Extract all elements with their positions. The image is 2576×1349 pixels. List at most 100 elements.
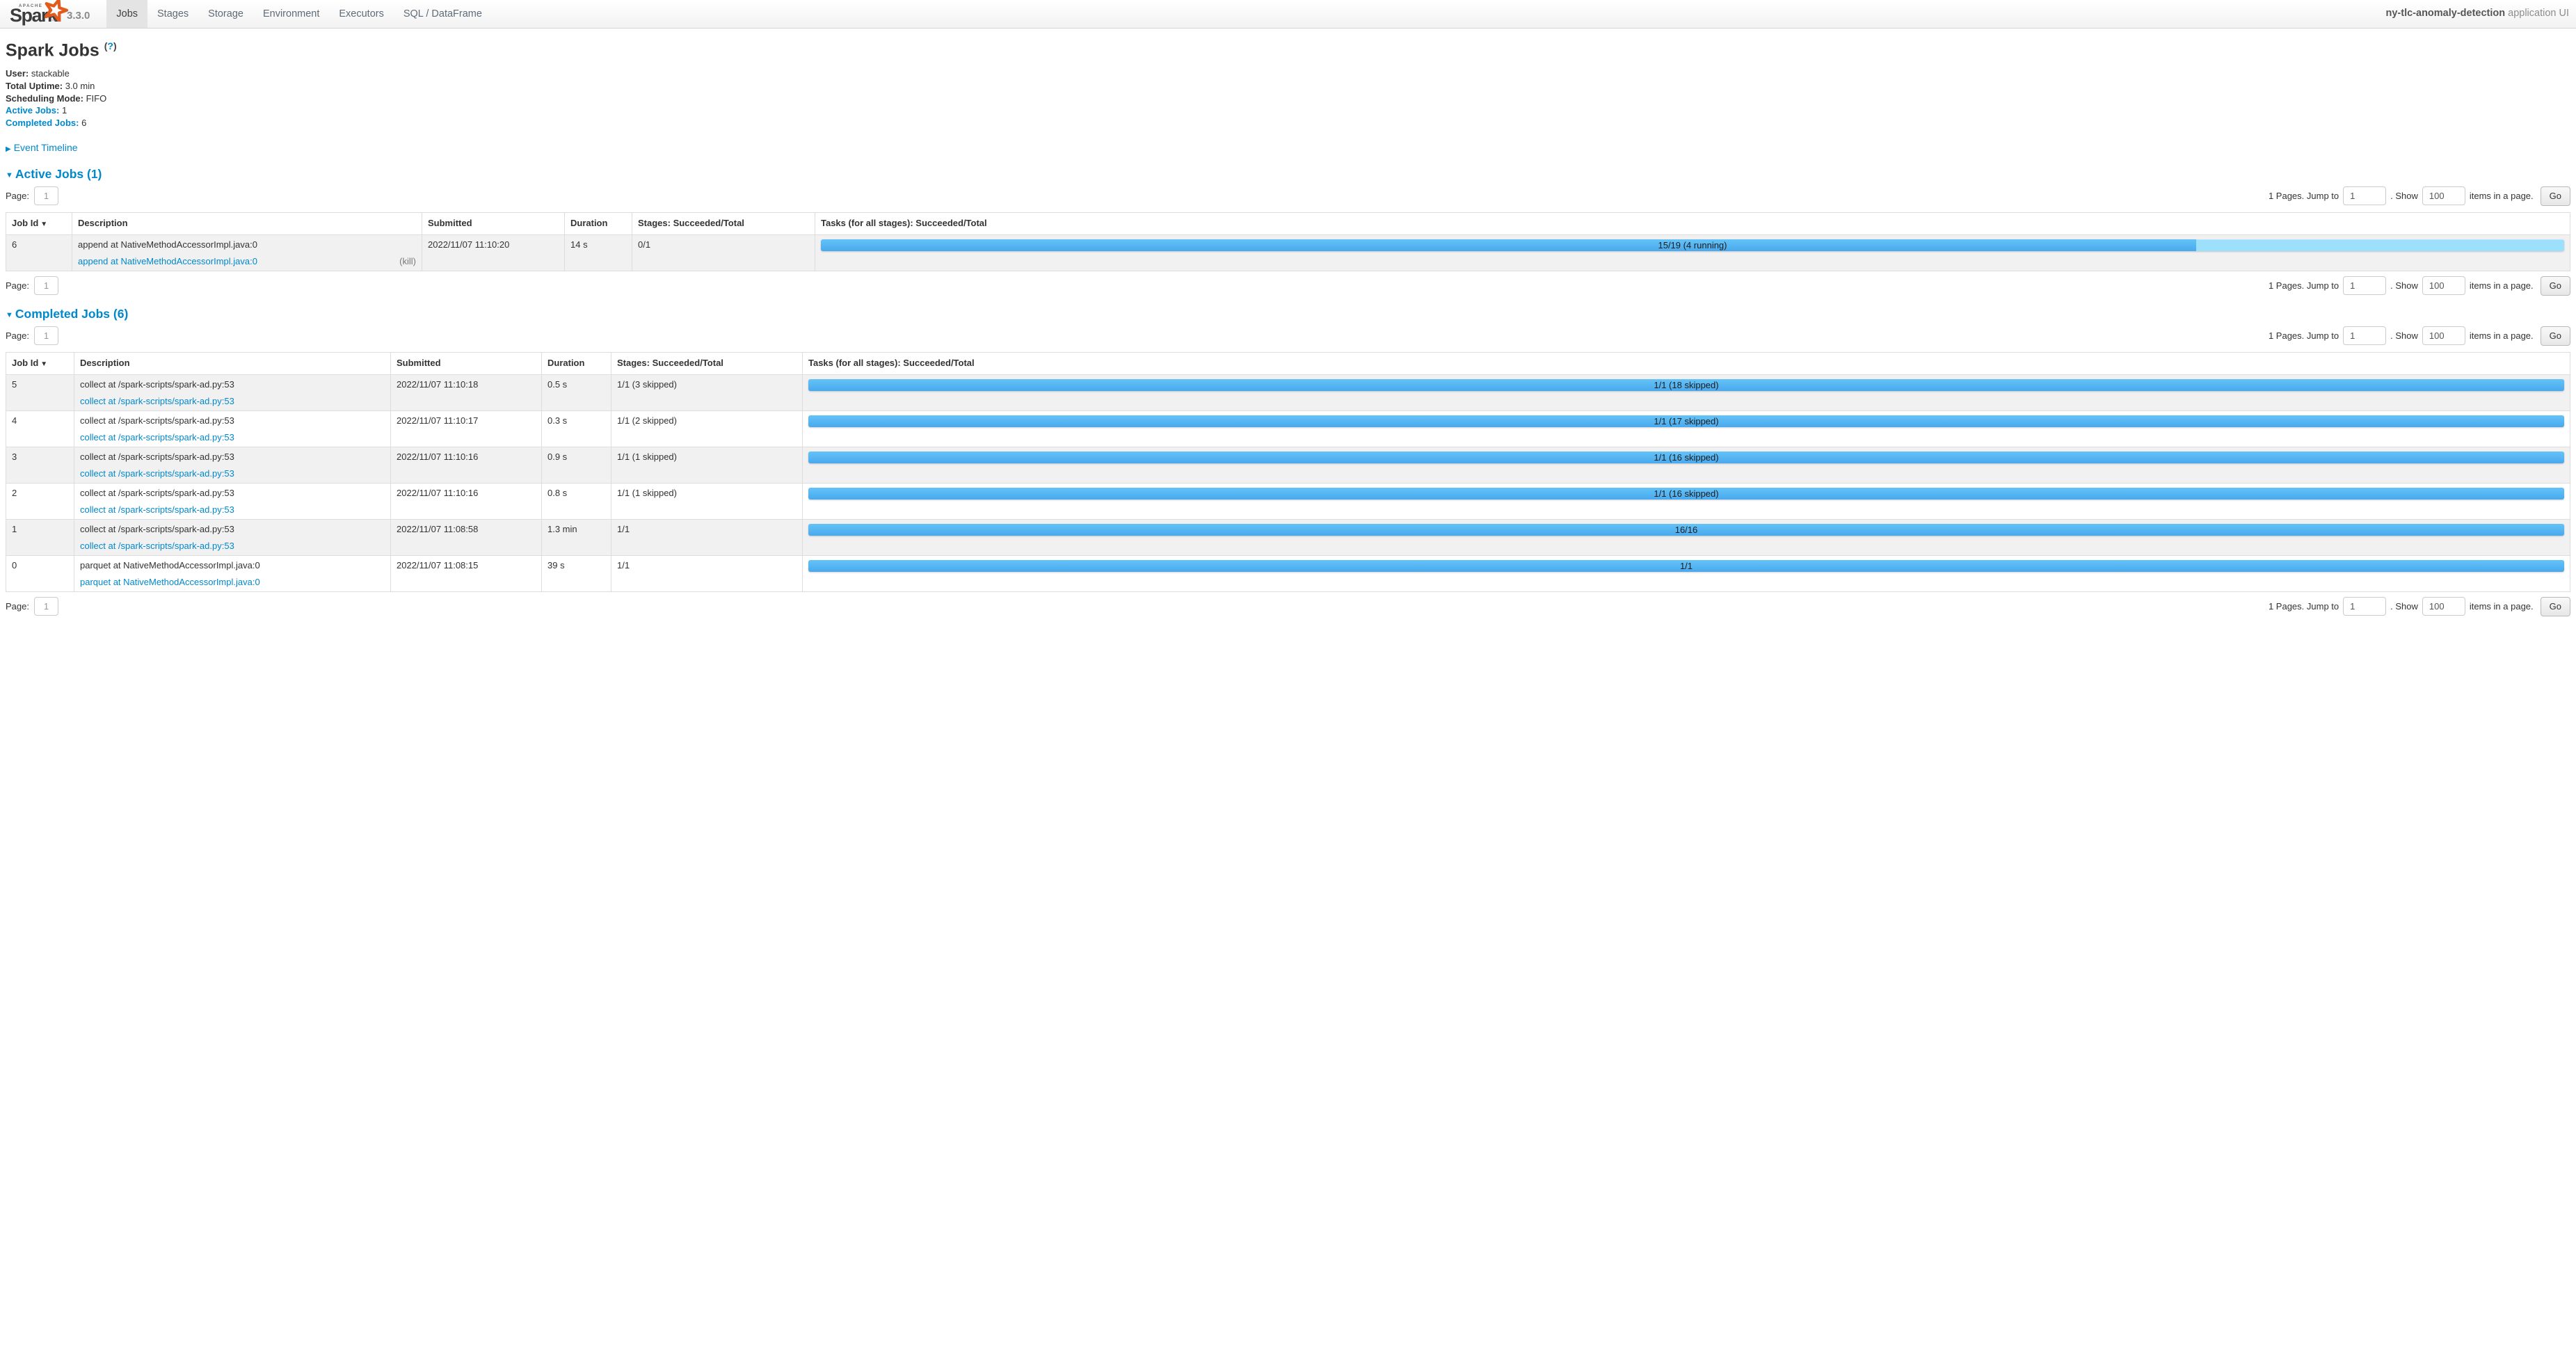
column-header-duration[interactable]: Duration [542,352,611,374]
tasks-progress-bar: 1/1 (18 skipped) [808,379,2564,391]
sort-arrow-icon: ▼ [40,221,47,228]
submitted-cell: 2022/11/07 11:08:15 [391,555,542,591]
show-text: . Show [2390,601,2418,612]
tab-storage[interactable]: Storage [198,0,253,28]
column-header-tasks[interactable]: Tasks (for all stages): Succeeded/Total [815,212,2570,234]
go-button[interactable]: Go [2541,186,2570,206]
column-header-submitted[interactable]: Submitted [391,352,542,374]
page-number-input[interactable] [34,186,58,205]
expand-arrow-icon: ▶ [6,145,11,153]
completed-jobs-table: Job Id▼ Description Submitted Duration S… [6,352,2570,592]
event-timeline-toggle[interactable]: ▶Event Timeline [6,142,2570,153]
spark-logo[interactable]: APACHE Spark ™ [10,0,60,26]
column-header-tasks[interactable]: Tasks (for all stages): Succeeded/Total [803,352,2570,374]
active-jobs-table: Job Id▼ Description Submitted Duration S… [6,212,2570,271]
duration-cell: 1.3 min [542,519,611,555]
column-header-stages[interactable]: Stages: Succeeded/Total [632,212,815,234]
jump-to-input[interactable] [2343,186,2386,205]
active-jobs-heading[interactable]: ▼Active Jobs (1) [6,167,2570,182]
go-button[interactable]: Go [2541,597,2570,616]
job-id-cell: 0 [6,555,74,591]
items-per-page-input[interactable] [2422,326,2465,345]
help-badge[interactable]: (?) [104,40,117,51]
tasks-cell: 1/1 (16 skipped) [803,447,2570,483]
tab-stages[interactable]: Stages [147,0,198,28]
tasks-cell: 16/16 [803,519,2570,555]
summary-active-jobs: Active Jobs: 1 [6,104,2570,117]
pages-text: 1 Pages. Jump to [2269,330,2339,341]
items-per-page-input[interactable] [2422,597,2465,616]
items-text: items in a page. [2470,191,2534,201]
show-text: . Show [2390,191,2418,201]
jump-to-input[interactable] [2343,276,2386,295]
pagination-bar: Page: 1 Pages. Jump to . Show items in a… [6,186,2570,206]
job-description: collect at /spark-scripts/spark-ad.py:53 [80,415,385,426]
job-description-link[interactable]: collect at /spark-scripts/spark-ad.py:53 [80,468,234,479]
pages-text: 1 Pages. Jump to [2269,280,2339,291]
job-description: parquet at NativeMethodAccessorImpl.java… [80,559,385,571]
stages-cell: 1/1 (1 skipped) [611,447,803,483]
table-row: 2 collect at /spark-scripts/spark-ad.py:… [6,483,2570,519]
table-row: 4 collect at /spark-scripts/spark-ad.py:… [6,410,2570,447]
progress-label: 16/16 [808,524,2564,536]
duration-cell: 0.9 s [542,447,611,483]
page-label: Page: [6,330,29,341]
stages-cell: 1/1 (3 skipped) [611,374,803,410]
jump-to-input[interactable] [2343,326,2386,345]
page-number-input[interactable] [34,276,58,295]
job-description-link[interactable]: append at NativeMethodAccessorImpl.java:… [78,256,257,266]
tab-environment[interactable]: Environment [253,0,329,28]
description-cell: collect at /spark-scripts/spark-ad.py:53… [74,374,391,410]
submitted-cell: 2022/11/07 11:08:58 [391,519,542,555]
tasks-progress-bar: 16/16 [808,524,2564,536]
navbar: APACHE Spark ™ 3.3.0 Jobs Stages Storage… [0,0,2576,29]
nav-tabs: Jobs Stages Storage Environment Executor… [106,0,492,28]
page-number-input[interactable] [34,597,58,616]
duration-cell: 14 s [565,234,632,271]
column-header-description[interactable]: Description [72,212,422,234]
items-text: items in a page. [2470,330,2534,341]
completed-jobs-heading[interactable]: ▼Completed Jobs (6) [6,307,2570,321]
progress-label: 1/1 (16 skipped) [808,488,2564,500]
job-id-cell: 1 [6,519,74,555]
go-button[interactable]: Go [2541,326,2570,346]
page-number-input[interactable] [34,326,58,345]
items-per-page-input[interactable] [2422,186,2465,205]
tasks-progress-bar: 1/1 (16 skipped) [808,452,2564,463]
column-header-duration[interactable]: Duration [565,212,632,234]
table-row: 5 collect at /spark-scripts/spark-ad.py:… [6,374,2570,410]
job-description-link[interactable]: collect at /spark-scripts/spark-ad.py:53 [80,504,234,515]
items-per-page-input[interactable] [2422,276,2465,295]
job-description-link[interactable]: collect at /spark-scripts/spark-ad.py:53 [80,396,234,406]
completed-jobs-link[interactable]: Completed Jobs: [6,118,79,128]
job-description: append at NativeMethodAccessorImpl.java:… [78,239,416,250]
column-header-job-id[interactable]: Job Id▼ [6,352,74,374]
progress-label: 1/1 [808,560,2564,572]
description-cell: collect at /spark-scripts/spark-ad.py:53… [74,483,391,519]
column-header-job-id[interactable]: Job Id▼ [6,212,72,234]
table-row: 1 collect at /spark-scripts/spark-ad.py:… [6,519,2570,555]
kill-link[interactable]: (kill) [399,255,416,267]
active-jobs-link[interactable]: Active Jobs: [6,105,59,115]
job-description-link[interactable]: collect at /spark-scripts/spark-ad.py:53 [80,432,234,442]
jump-to-input[interactable] [2343,597,2386,616]
job-description-link[interactable]: collect at /spark-scripts/spark-ad.py:53 [80,541,234,551]
stages-cell: 1/1 [611,519,803,555]
items-text: items in a page. [2470,601,2534,612]
pages-text: 1 Pages. Jump to [2269,191,2339,201]
column-header-stages[interactable]: Stages: Succeeded/Total [611,352,803,374]
pagination-bar: Page: 1 Pages. Jump to . Show items in a… [6,276,2570,296]
tab-executors[interactable]: Executors [329,0,393,28]
tab-jobs[interactable]: Jobs [106,0,147,28]
submitted-cell: 2022/11/07 11:10:20 [422,234,565,271]
job-id-cell: 5 [6,374,74,410]
tab-sql-dataframe[interactable]: SQL / DataFrame [394,0,492,28]
help-question-link[interactable]: ? [107,40,113,51]
summary-scheduling-mode: Scheduling Mode: FIFO [6,93,2570,105]
logo-block: APACHE Spark ™ 3.3.0 [0,0,94,28]
job-description-link[interactable]: parquet at NativeMethodAccessorImpl.java… [80,577,260,587]
go-button[interactable]: Go [2541,276,2570,296]
page-label: Page: [6,280,29,291]
column-header-description[interactable]: Description [74,352,391,374]
column-header-submitted[interactable]: Submitted [422,212,565,234]
